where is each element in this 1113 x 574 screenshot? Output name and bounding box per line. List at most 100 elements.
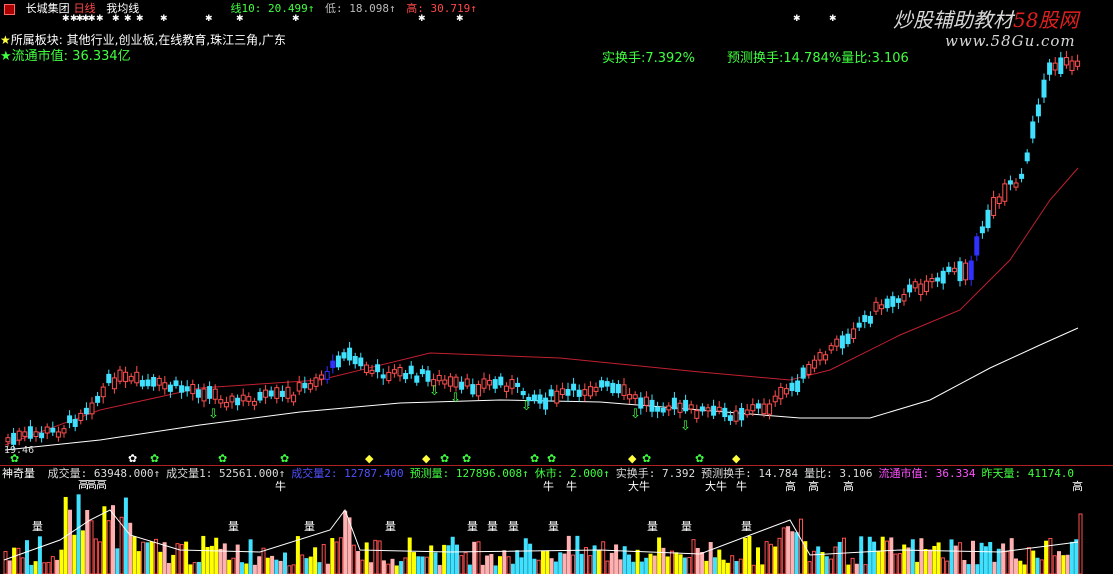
candle-body [403, 372, 409, 380]
candle-body [823, 354, 829, 361]
volume-bar [326, 563, 330, 574]
volume-bar [304, 558, 309, 574]
top-signal-markers: ✱ ✱✱✱✱ ✱ ✱ ✱ ✱ ✱ ✱ ✱ ✱ ✱ ✱ ✱ ✱ [62, 14, 837, 24]
volume-bar [678, 554, 683, 574]
volume-signal-label: 高 [843, 480, 854, 493]
top-marker: ✱ [160, 14, 168, 24]
volume-bar [695, 547, 700, 574]
candle-body [246, 396, 252, 402]
volume-bar [631, 561, 636, 574]
candle-body [335, 355, 341, 368]
volume-bar [480, 564, 485, 574]
volume-bar [1052, 555, 1057, 574]
candle-body [498, 376, 504, 386]
candle-body [240, 394, 246, 402]
candle-body [688, 404, 694, 410]
volume-bar [743, 537, 748, 574]
volume-bar [614, 544, 619, 574]
volume-bar [321, 544, 326, 574]
volume-bar [1035, 557, 1040, 574]
candle-body [134, 371, 140, 384]
volume-bar [390, 558, 395, 574]
volume-chart[interactable]: 高高高牛牛牛大牛 大牛牛高高高高量量量量量量量量量量量 [0, 480, 1113, 574]
candle-body [408, 365, 414, 375]
volume-value-4: 休市: 2.000↑ [534, 467, 610, 480]
volume-bar [936, 542, 941, 574]
top-marker: ✱ [112, 14, 120, 24]
volume-bar [265, 557, 270, 574]
volume-signal-label: 量 [487, 520, 498, 533]
volume-bar [721, 559, 726, 574]
volume-bar [863, 564, 868, 574]
volume-signal-label: 量 [508, 520, 519, 533]
stock-chart-window[interactable]: 长城集团 日线 我均线 线10: 20.499↑ 低: 18.098↑ 高: 30… [0, 0, 1113, 574]
signal-diamond-icon: ✿ [462, 452, 471, 465]
candle-body [800, 367, 806, 379]
volume-bar [635, 549, 640, 574]
candle-body [352, 356, 358, 365]
volume-bar [493, 565, 498, 574]
volume-indicator-name[interactable]: 神奇量 [2, 467, 35, 480]
volume-signal-label: 量 [681, 520, 692, 533]
candle-body [918, 283, 924, 295]
volume-bar [351, 544, 356, 574]
price-chart[interactable]: ✱ ✱✱✱✱ ✱ ✱ ✱ ✱ ✱ ✱ ✱ ✱ ✱ ✱ ✱ ✱ ✿ ✿ ✿ ✿ ✿ ◆ ◆ ✿ ✿ ✿ ✿ ◆ ✿ ✿ ◆⇩⇩ ⇩⇩⇩⇩ [0, 0, 1113, 465]
volume-bar [33, 561, 38, 574]
top-marker: ✱ [88, 14, 96, 24]
volume-bar [519, 557, 524, 574]
top-marker: ✱ [236, 14, 244, 24]
volume-signal-label: 量 [647, 520, 658, 533]
signal-diamond-icon: ✿ [642, 452, 651, 465]
volume-bar [880, 536, 885, 574]
volume-bar [541, 550, 545, 574]
candle-body [50, 427, 56, 433]
candle-body [520, 391, 526, 396]
candle-body [907, 284, 913, 293]
candle-body [739, 407, 745, 421]
top-marker: ✱ [292, 14, 300, 24]
candle-body [22, 431, 28, 437]
candle-body [711, 405, 717, 416]
candle-body [722, 407, 728, 418]
price-axis-label: 19.46 [4, 445, 35, 456]
candle-body [167, 384, 173, 392]
volume-bar [111, 505, 115, 574]
candle-body [716, 406, 722, 412]
candle-body [744, 409, 750, 416]
volume-bar [842, 537, 846, 574]
candle-body [386, 371, 392, 382]
volume-bar [945, 560, 950, 574]
candle-body [464, 378, 470, 387]
volume-bar [364, 542, 369, 574]
volume-bar [532, 558, 537, 574]
volume-signal-label: 量 [32, 520, 43, 533]
candle-body [604, 381, 610, 387]
volume-bar [781, 527, 786, 574]
candle-body [727, 415, 733, 421]
candle-body [985, 209, 991, 229]
volume-bar [46, 561, 51, 574]
volume-bar [356, 551, 361, 574]
volume-bar [760, 564, 765, 574]
volume-bar [648, 553, 653, 574]
candle-body [442, 379, 448, 385]
candle-body [470, 384, 476, 395]
top-marker: ✱ [124, 14, 132, 24]
signal-diamond-icon: ◆ [628, 452, 637, 465]
volume-indicator-values: 成交量: 63948.000↑ 成交量1: 52561.000↑ 成交量2: 127… [48, 467, 1080, 480]
volume-bar [278, 560, 283, 574]
candle-body [27, 426, 33, 439]
volume-bar [407, 537, 412, 574]
signal-diamond-icon: ✿ [695, 452, 704, 465]
volume-bars [3, 494, 1083, 574]
candle-body [660, 407, 666, 413]
candle-body [162, 382, 168, 390]
volume-value-1: 成交量1: 52561.000↑ [166, 467, 286, 480]
candle-body [946, 266, 952, 273]
volume-bar [257, 556, 262, 574]
volume-bar [455, 544, 459, 574]
candle-body [817, 352, 823, 361]
volume-bar [93, 538, 98, 574]
volume-bar [562, 553, 567, 574]
volume-bar [717, 549, 722, 574]
